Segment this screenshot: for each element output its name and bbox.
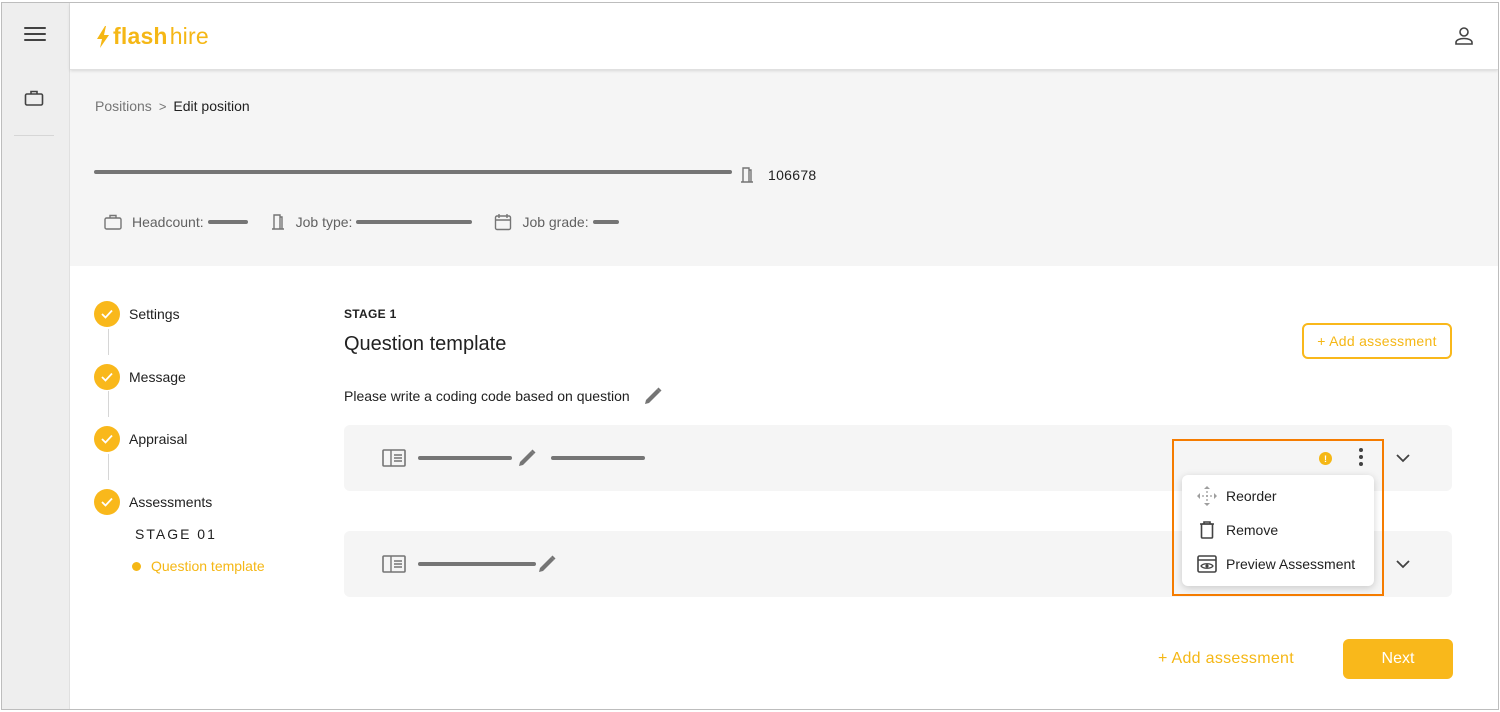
preview-icon bbox=[1197, 555, 1217, 573]
briefcase-icon[interactable] bbox=[24, 89, 46, 109]
job-type-value-placeholder bbox=[356, 220, 473, 224]
step-label: Appraisal bbox=[129, 431, 188, 447]
app-window: flash hire Positions > Edit position 106… bbox=[1, 2, 1499, 710]
job-grade-meta: Job grade: bbox=[494, 213, 619, 231]
side-rail bbox=[2, 3, 70, 709]
question-description: Please write a coding code based on ques… bbox=[344, 385, 664, 407]
calendar-icon bbox=[495, 214, 512, 231]
briefcase-icon bbox=[104, 214, 122, 230]
step-connector bbox=[108, 329, 109, 355]
headcount-meta: Headcount: bbox=[104, 214, 248, 230]
job-grade-label: Job grade: bbox=[522, 214, 589, 230]
rail-divider bbox=[14, 135, 54, 136]
step-label: Message bbox=[129, 369, 186, 385]
job-type-label: Job type: bbox=[295, 214, 353, 230]
brand-hire: hire bbox=[169, 23, 209, 49]
add-assessment-link[interactable]: + Add assessment bbox=[1158, 650, 1294, 668]
pencil-icon[interactable] bbox=[536, 553, 558, 575]
position-meta: Headcount: Job type: Job grade: bbox=[104, 213, 641, 231]
section-title: Question template bbox=[344, 333, 507, 355]
chevron-down-icon[interactable] bbox=[1394, 555, 1412, 573]
active-dot-icon bbox=[132, 561, 141, 571]
step-label: Assessments bbox=[129, 494, 213, 510]
assessment-name-placeholder bbox=[418, 456, 512, 460]
check-icon bbox=[94, 301, 120, 327]
stage-tag: STAGE 1 bbox=[344, 307, 397, 321]
menu-item-reorder[interactable]: Reorder bbox=[1182, 479, 1374, 513]
breadcrumb: Positions > Edit position bbox=[95, 98, 250, 114]
headcount-value-placeholder bbox=[207, 220, 248, 224]
add-assessment-button[interactable]: + Add assessment bbox=[1302, 323, 1452, 359]
question-text: Please write a coding code based on ques… bbox=[344, 388, 630, 404]
menu-item-label: Preview Assessment bbox=[1226, 556, 1356, 572]
move-icon bbox=[1197, 486, 1217, 506]
breadcrumb-current: Edit position bbox=[173, 98, 250, 114]
check-icon bbox=[94, 426, 120, 452]
check-icon bbox=[94, 364, 120, 390]
hamburger-menu-icon[interactable] bbox=[24, 27, 46, 47]
door-icon bbox=[741, 167, 753, 183]
pencil-icon[interactable] bbox=[642, 385, 664, 407]
stage-label: STAGE 01 bbox=[135, 526, 217, 542]
position-header: Positions > Edit position 106678 Headcou… bbox=[70, 70, 1498, 266]
brand-flash: flash bbox=[113, 23, 168, 49]
position-title-placeholder bbox=[94, 170, 732, 174]
pencil-icon[interactable] bbox=[516, 447, 538, 469]
step-appraisal[interactable]: Appraisal bbox=[94, 426, 187, 452]
chevron-down-icon[interactable] bbox=[1394, 449, 1412, 467]
headcount-label: Headcount: bbox=[132, 214, 204, 230]
next-button[interactable]: Next bbox=[1343, 639, 1453, 679]
menu-item-preview[interactable]: Preview Assessment bbox=[1182, 547, 1374, 581]
assessment-name-placeholder bbox=[418, 562, 536, 566]
trash-icon bbox=[1200, 521, 1214, 539]
step-settings[interactable]: Settings bbox=[94, 301, 180, 327]
options-menu: Reorder Remove Preview Assessment bbox=[1182, 475, 1374, 586]
menu-item-label: Remove bbox=[1226, 522, 1279, 538]
sub-step-label: Question template bbox=[151, 558, 265, 574]
job-type-meta: Job type: bbox=[270, 214, 473, 230]
bolt-icon bbox=[97, 25, 109, 48]
step-connector bbox=[108, 391, 109, 417]
position-id: 106678 bbox=[768, 167, 817, 183]
document-icon[interactable] bbox=[382, 448, 406, 468]
menu-item-label: Reorder bbox=[1226, 488, 1277, 504]
flashhire-logo[interactable]: flash hire bbox=[96, 23, 209, 50]
assessment-detail-placeholder bbox=[551, 456, 645, 460]
breadcrumb-separator: > bbox=[158, 98, 167, 114]
step-message[interactable]: Message bbox=[94, 364, 186, 390]
step-assessments[interactable]: Assessments bbox=[94, 489, 212, 515]
breadcrumb-positions-link[interactable]: Positions bbox=[95, 98, 152, 114]
document-icon[interactable] bbox=[382, 554, 406, 574]
menu-item-remove[interactable]: Remove bbox=[1182, 513, 1374, 547]
user-account-icon[interactable] bbox=[1454, 26, 1476, 48]
door-icon bbox=[271, 214, 284, 230]
check-icon bbox=[94, 489, 120, 515]
job-grade-value-placeholder bbox=[592, 220, 619, 224]
step-connector bbox=[108, 454, 109, 480]
step-label: Settings bbox=[129, 306, 180, 322]
sub-step-question-template[interactable]: Question template bbox=[132, 558, 265, 574]
top-bar: flash hire bbox=[70, 3, 1498, 70]
